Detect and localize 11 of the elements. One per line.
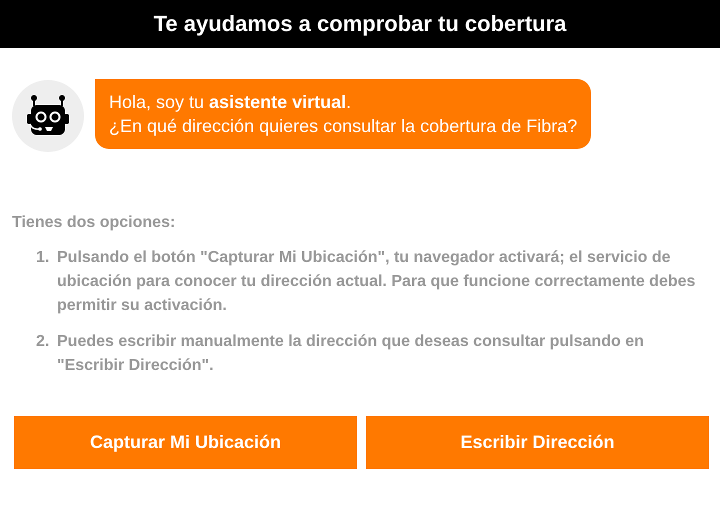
write-address-button[interactable]: Escribir Dirección bbox=[366, 416, 709, 469]
option-text: Pulsando el botón "Capturar Mi Ubicación", tu navegador activará; el servicio de ubicación para conocer tu dirección actual. Para que funcione correctamente debes permitir su activación. bbox=[57, 248, 696, 316]
robot-icon bbox=[24, 94, 72, 138]
chat-message: ¿En qué dirección quieres consultar la cobertura de Fibra? bbox=[109, 115, 578, 138]
chat-message: Hola, soy tu asistente virtual. bbox=[109, 91, 352, 114]
page-title: Te ayudamos a comprobar tu cobertura bbox=[154, 11, 566, 37]
capture-location-button[interactable]: Capturar Mi Ubicación bbox=[14, 416, 357, 469]
option-text: Puedes escribir manualmente la dirección que deseas consultar pulsando en "Escribir Dirección". bbox=[57, 332, 645, 376]
list-number: 1. bbox=[36, 248, 50, 268]
list-number: 2. bbox=[36, 332, 50, 352]
options-heading: Tienes dos opciones: bbox=[12, 214, 176, 232]
